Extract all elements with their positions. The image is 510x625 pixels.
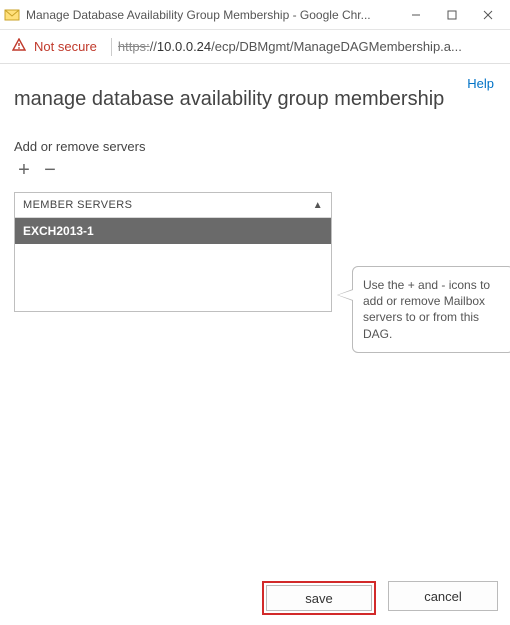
address-bar: Not secure https://10.0.0.24/ecp/DBMgmt/…	[0, 30, 510, 64]
callout-pointer-icon	[337, 289, 353, 301]
table-row[interactable]: EXCH2013-1	[15, 218, 331, 244]
page-content: Help manage database availability group …	[0, 64, 510, 312]
add-server-button[interactable]: +	[14, 160, 34, 180]
toolbar: + −	[14, 160, 496, 180]
save-highlight: save	[262, 581, 376, 615]
section-label: Add or remove servers	[14, 139, 496, 154]
page-title: manage database availability group membe…	[14, 88, 496, 111]
dialog-footer: save cancel	[262, 581, 498, 615]
remove-server-button[interactable]: −	[40, 160, 60, 180]
sort-ascending-icon: ▲	[313, 200, 323, 211]
url-scheme: https:	[118, 39, 150, 54]
cancel-button[interactable]: cancel	[388, 581, 498, 611]
url-host: 10.0.0.24	[157, 39, 211, 54]
server-name: EXCH2013-1	[23, 224, 94, 238]
window-title: Manage Database Availability Group Membe…	[26, 8, 398, 22]
url-text[interactable]: https://10.0.0.24/ecp/DBMgmt/ManageDAGMe…	[118, 39, 500, 54]
help-link[interactable]: Help	[467, 76, 494, 91]
address-divider	[111, 38, 112, 56]
window-titlebar: Manage Database Availability Group Membe…	[0, 0, 510, 30]
not-secure-label[interactable]: Not secure	[34, 39, 97, 54]
window-favicon	[4, 7, 20, 23]
instruction-callout: Use the + and - icons to add or remove M…	[352, 266, 510, 353]
minimize-button[interactable]	[398, 3, 434, 27]
grid-header-label: MEMBER SERVERS	[23, 199, 132, 211]
not-secure-icon	[12, 38, 26, 55]
maximize-button[interactable]	[434, 3, 470, 27]
save-button[interactable]: save	[266, 585, 372, 611]
instruction-text: Use the + and - icons to add or remove M…	[363, 278, 490, 341]
url-path: /ecp/DBMgmt/ManageDAGMembership.a...	[211, 39, 462, 54]
grid-header[interactable]: MEMBER SERVERS ▲	[15, 193, 331, 218]
close-button[interactable]	[470, 3, 506, 27]
member-servers-grid: MEMBER SERVERS ▲ EXCH2013-1	[14, 192, 332, 312]
